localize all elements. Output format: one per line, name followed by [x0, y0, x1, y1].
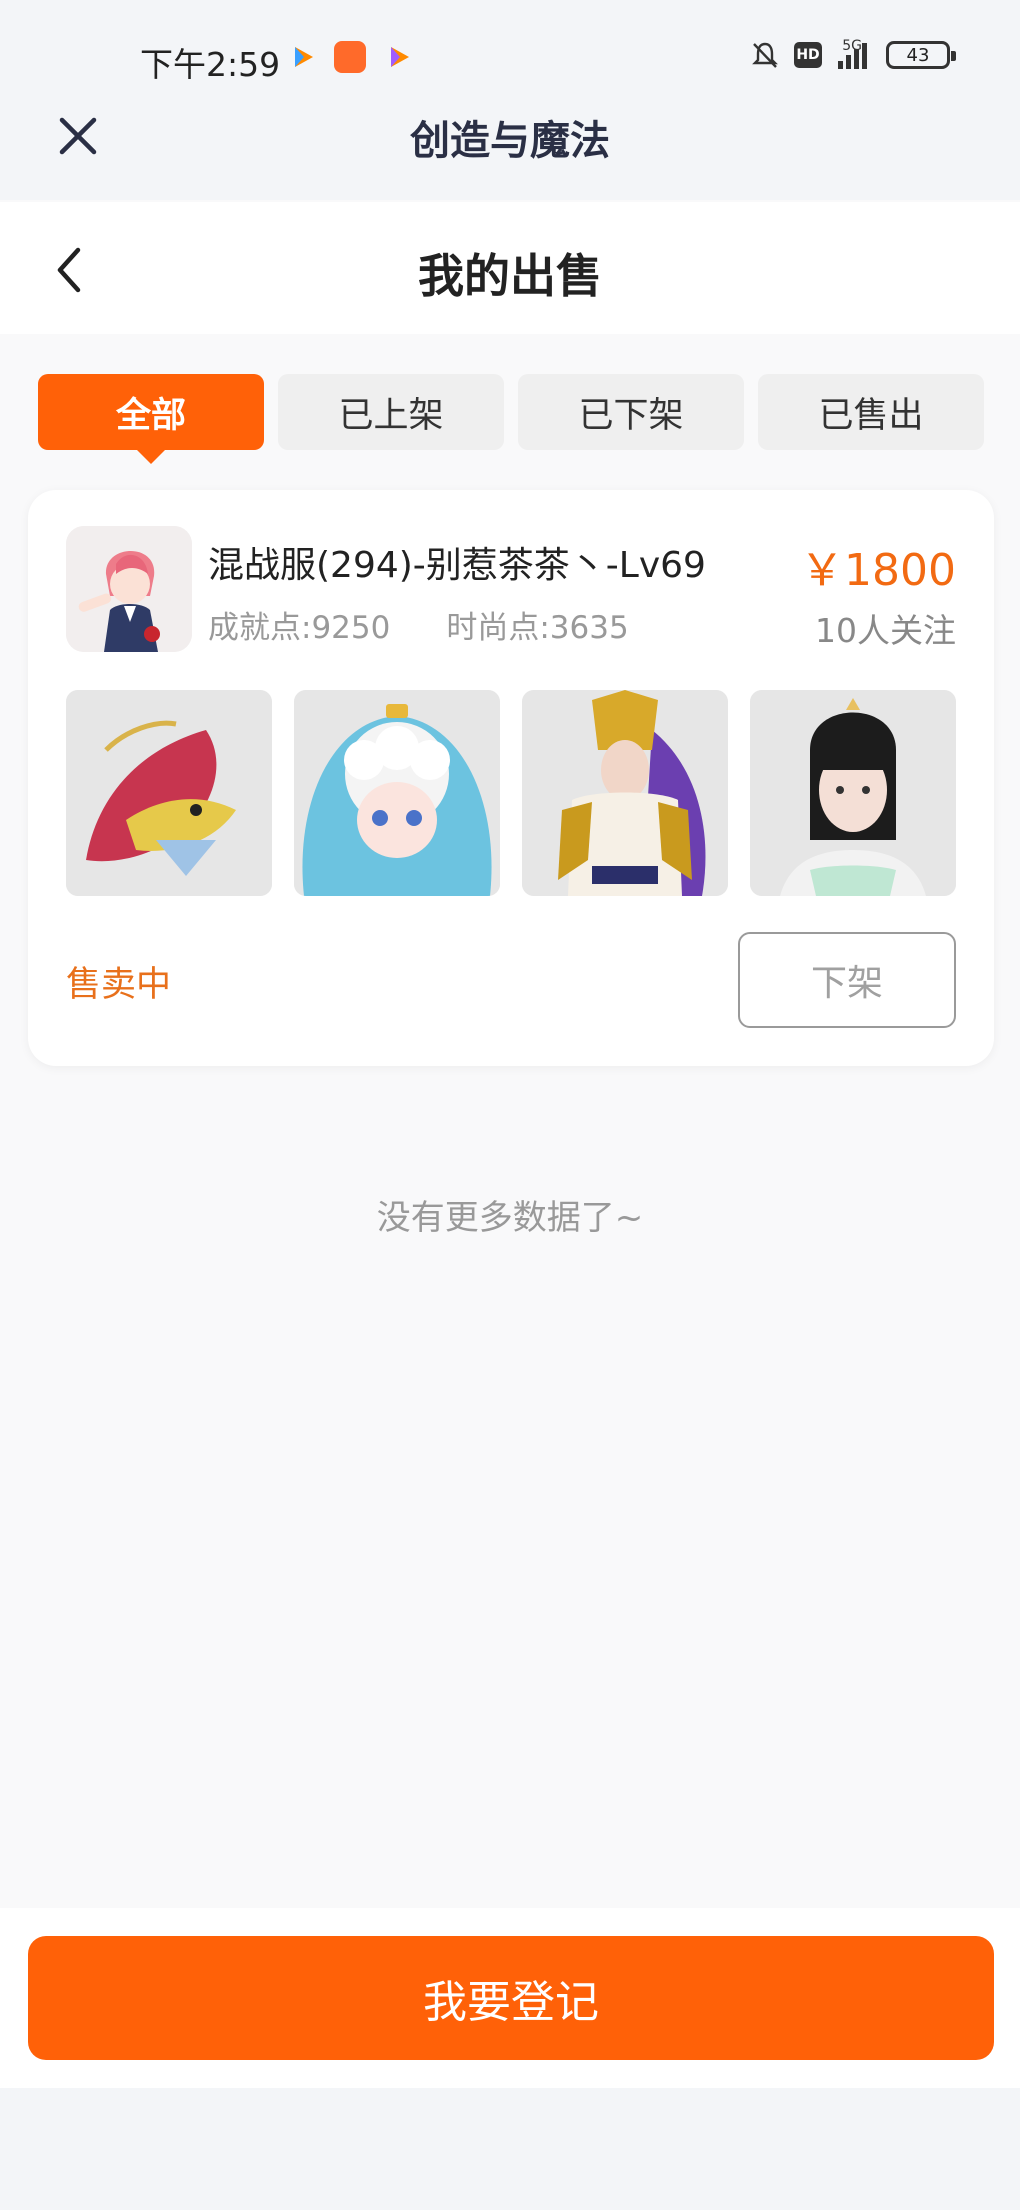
page-title: 我的出售 — [418, 249, 602, 303]
listing-price: ￥1800 — [800, 545, 956, 596]
character-avatar — [66, 526, 192, 652]
list-end-text: 没有更多数据了~ — [376, 1198, 644, 1238]
mute-bell-icon — [750, 40, 780, 70]
delist-button[interactable]: 下架 — [738, 932, 956, 1028]
gold-armor-image[interactable] — [522, 690, 728, 896]
battery-icon: 43 — [886, 41, 956, 69]
tab-delisted[interactable]: 已下架 — [518, 374, 744, 450]
status-badge: 售卖中 — [66, 965, 172, 1005]
thumbnail-list — [66, 690, 956, 896]
achievement-points: 成就点:9250 — [208, 610, 391, 646]
listing-title: 混战服(294)-别惹茶茶丶-Lv69 — [208, 545, 706, 586]
status-time: 下午2:59 — [140, 45, 281, 84]
video-play-icon — [386, 44, 412, 70]
fashion-points: 时尚点:3635 — [446, 610, 629, 646]
filter-tabs: 全部 已上架 已下架 已售出 — [38, 374, 984, 464]
tab-all[interactable]: 全部 — [38, 374, 264, 464]
listing-card[interactable]: 混战服(294)-别惹茶茶丶-Lv69 成就点:9250 时尚点:3635 ￥1… — [28, 490, 994, 1066]
tab-listed[interactable]: 已上架 — [278, 374, 504, 450]
nav-bar: 我的出售 — [0, 202, 1020, 334]
status-bar: 下午2:59 5G HD 43 创造与魔法 — [0, 0, 1020, 200]
hd-icon: HD — [794, 42, 822, 68]
dragon-mount-image[interactable] — [66, 690, 272, 896]
gesture-area — [0, 2088, 1020, 2210]
blue-costume-image[interactable] — [294, 690, 500, 896]
tab-sold[interactable]: 已售出 — [758, 374, 984, 450]
listing-stats: 成就点:9250 时尚点:3635 — [208, 602, 629, 647]
shop-icon — [334, 41, 366, 73]
app-title: 创造与魔法 — [410, 118, 610, 164]
video-play-icon — [290, 44, 316, 70]
follower-count: 10人关注 — [815, 611, 956, 650]
bottom-bar: 我要登记 — [0, 1908, 1020, 2088]
signal-icon — [836, 41, 872, 69]
register-button[interactable]: 我要登记 — [28, 1936, 994, 2060]
ancient-dress-image[interactable] — [750, 690, 956, 896]
